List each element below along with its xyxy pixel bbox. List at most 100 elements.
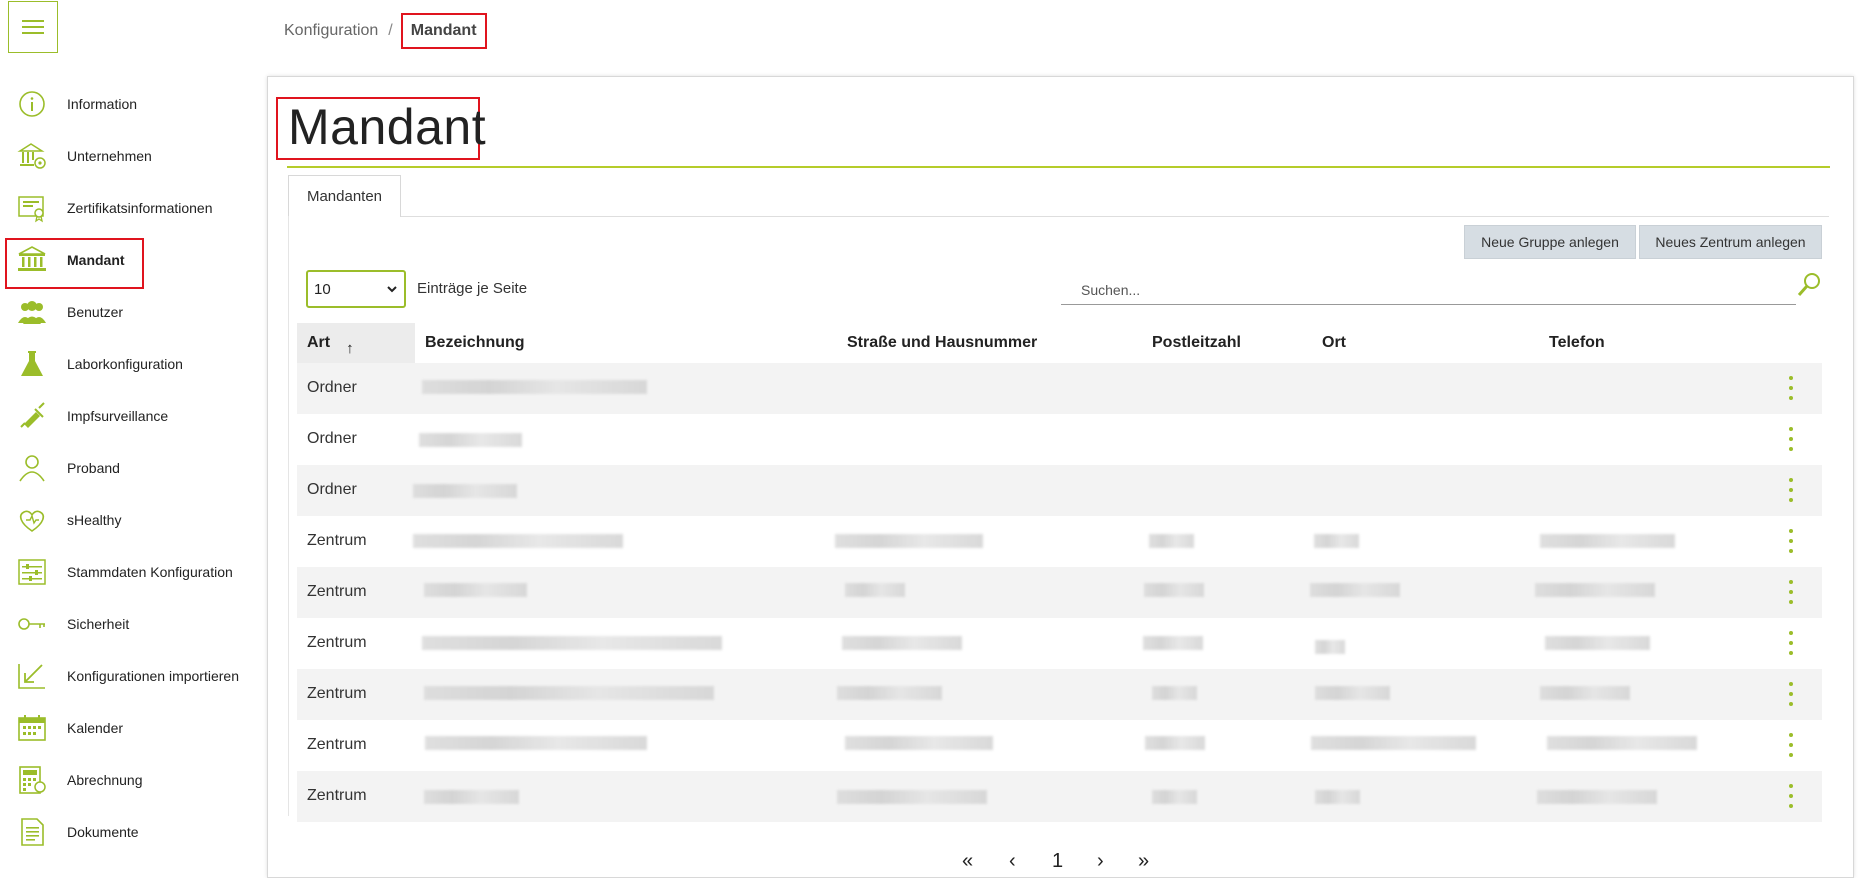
sidebar-item-kalender[interactable]: Kalender bbox=[0, 702, 262, 754]
pagination-current-page[interactable]: 1 bbox=[1052, 850, 1063, 873]
redacted-cell bbox=[1537, 790, 1657, 804]
sidebar-item-shealthy[interactable]: sHealthy bbox=[0, 494, 262, 546]
sidebar-item-information[interactable]: Information bbox=[0, 78, 262, 130]
pagination-next[interactable]: › bbox=[1097, 850, 1104, 873]
search-input[interactable] bbox=[1061, 275, 1796, 305]
redacted-cell bbox=[419, 433, 522, 447]
row-menu-icon[interactable] bbox=[1787, 630, 1795, 656]
redacted-cell bbox=[422, 380, 647, 394]
sidebar-item-proband[interactable]: Proband bbox=[0, 442, 262, 494]
row-menu-icon[interactable] bbox=[1787, 426, 1795, 452]
bank-gear-icon bbox=[16, 141, 48, 171]
sidebar-item-benutzer[interactable]: Benutzer bbox=[0, 286, 262, 338]
redacted-cell bbox=[413, 484, 517, 498]
table-row[interactable]: Zentrum bbox=[297, 618, 1822, 669]
info-icon bbox=[16, 89, 48, 119]
cell-art: Ordner bbox=[307, 481, 357, 498]
sidebar-item-label: Dokumente bbox=[67, 824, 139, 840]
table-row[interactable]: Ordner bbox=[297, 465, 1822, 516]
breadcrumb-separator: / bbox=[388, 22, 393, 39]
column-header-strasse[interactable]: Straße und Hausnummer bbox=[847, 323, 1037, 363]
sidebar-item-label: sHealthy bbox=[67, 512, 122, 528]
page-size-select[interactable]: 10 bbox=[306, 270, 406, 308]
sidebar-item-stammdaten-konfiguration[interactable]: Stammdaten Konfiguration bbox=[0, 546, 262, 598]
row-menu-icon[interactable] bbox=[1787, 783, 1795, 809]
sidebar-item-label: Sicherheit bbox=[67, 616, 130, 632]
sidebar-item-label: Information bbox=[67, 96, 138, 112]
redacted-cell bbox=[835, 534, 983, 548]
table-row[interactable]: Ordner bbox=[297, 363, 1822, 414]
redacted-cell bbox=[1545, 636, 1650, 650]
cell-art: Ordner bbox=[307, 379, 357, 396]
redacted-cell bbox=[413, 534, 623, 548]
redacted-cell bbox=[1540, 686, 1630, 700]
sidebar-item-dokumente[interactable]: Dokumente bbox=[0, 806, 262, 858]
redacted-cell bbox=[1311, 736, 1476, 750]
breadcrumb-konfiguration[interactable]: Konfiguration bbox=[284, 22, 378, 40]
column-header-bezeichnung[interactable]: Bezeichnung bbox=[425, 323, 525, 363]
redacted-cell bbox=[1144, 583, 1204, 597]
row-menu-icon[interactable] bbox=[1787, 681, 1795, 707]
column-header-postleitzahl[interactable]: Postleitzahl bbox=[1152, 323, 1241, 363]
sidebar-item-label: Proband bbox=[67, 460, 120, 476]
column-header-telefon[interactable]: Telefon bbox=[1549, 323, 1605, 363]
page-title: Mandant bbox=[288, 99, 487, 155]
syringe-icon bbox=[16, 401, 48, 431]
sidebar-item-konfigurationen-importieren[interactable]: Konfigurationen importieren bbox=[0, 650, 262, 702]
sidebar-item-impfsurveillance[interactable]: Impfsurveillance bbox=[0, 390, 262, 442]
entries-per-page-label: Einträge je Seite bbox=[417, 280, 528, 297]
tab-content-border bbox=[288, 216, 289, 816]
row-menu-icon[interactable] bbox=[1787, 732, 1795, 758]
pagination-first[interactable]: « bbox=[962, 850, 973, 873]
redacted-cell bbox=[842, 636, 962, 650]
table-header: Art ↑ Bezeichnung Straße und Hausnummer … bbox=[297, 323, 1822, 363]
redacted-cell bbox=[1547, 736, 1697, 750]
cell-art: Ordner bbox=[307, 430, 357, 447]
certificate-icon bbox=[16, 193, 48, 223]
sidebar-item-label: Konfigurationen importieren bbox=[67, 668, 239, 684]
flask-icon bbox=[16, 349, 48, 379]
sidebar-item-sicherheit[interactable]: Sicherheit bbox=[0, 598, 262, 650]
cell-art: Zentrum bbox=[307, 685, 367, 702]
redacted-cell bbox=[1310, 583, 1400, 597]
hamburger-icon bbox=[22, 20, 44, 34]
redacted-cell bbox=[1535, 583, 1655, 597]
column-header-ort[interactable]: Ort bbox=[1322, 323, 1346, 363]
sidebar-item-mandant[interactable]: Mandant bbox=[0, 234, 262, 286]
row-menu-icon[interactable] bbox=[1787, 375, 1795, 401]
document-icon bbox=[16, 817, 48, 847]
redacted-cell bbox=[1149, 534, 1194, 548]
redacted-cell bbox=[837, 686, 942, 700]
sidebar-item-zertifikatsinformationen[interactable]: Zertifikatsinformationen bbox=[0, 182, 262, 234]
search-icon[interactable] bbox=[1795, 271, 1823, 299]
table-row[interactable]: Zentrum bbox=[297, 771, 1822, 822]
column-header-art[interactable]: Art ↑ bbox=[297, 323, 415, 363]
row-menu-icon[interactable] bbox=[1787, 477, 1795, 503]
sidebar-item-label: Mandant bbox=[67, 252, 125, 268]
redacted-cell bbox=[1143, 636, 1203, 650]
redacted-cell bbox=[424, 583, 527, 597]
pagination-prev[interactable]: ‹ bbox=[1009, 850, 1016, 873]
table-row[interactable]: Zentrum bbox=[297, 720, 1822, 771]
hamburger-menu-button[interactable] bbox=[8, 1, 58, 53]
tab-mandanten[interactable]: Mandanten bbox=[288, 175, 401, 217]
table-row[interactable]: Ordner bbox=[297, 414, 1822, 465]
sidebar-item-label: Stammdaten Konfiguration bbox=[67, 564, 233, 580]
sidebar-item-laborkonfiguration[interactable]: Laborkonfiguration bbox=[0, 338, 262, 390]
row-menu-icon[interactable] bbox=[1787, 528, 1795, 554]
new-group-button[interactable]: Neue Gruppe anlegen bbox=[1464, 225, 1636, 259]
title-divider bbox=[287, 166, 1830, 168]
cell-art: Zentrum bbox=[307, 583, 367, 600]
sidebar-item-abrechnung[interactable]: Abrechnung bbox=[0, 754, 262, 806]
table-row[interactable]: Zentrum bbox=[297, 669, 1822, 720]
new-center-button[interactable]: Neues Zentrum anlegen bbox=[1639, 225, 1822, 259]
pagination-last[interactable]: » bbox=[1138, 850, 1149, 873]
table-row[interactable]: Zentrum bbox=[297, 516, 1822, 567]
users-icon bbox=[16, 297, 48, 327]
sidebar-item-unternehmen[interactable]: Unternehmen bbox=[0, 130, 262, 182]
table-row[interactable]: Zentrum bbox=[297, 567, 1822, 618]
redacted-cell bbox=[422, 636, 722, 650]
sort-ascending-icon: ↑ bbox=[346, 339, 354, 357]
row-menu-icon[interactable] bbox=[1787, 579, 1795, 605]
cell-art: Zentrum bbox=[307, 736, 367, 753]
